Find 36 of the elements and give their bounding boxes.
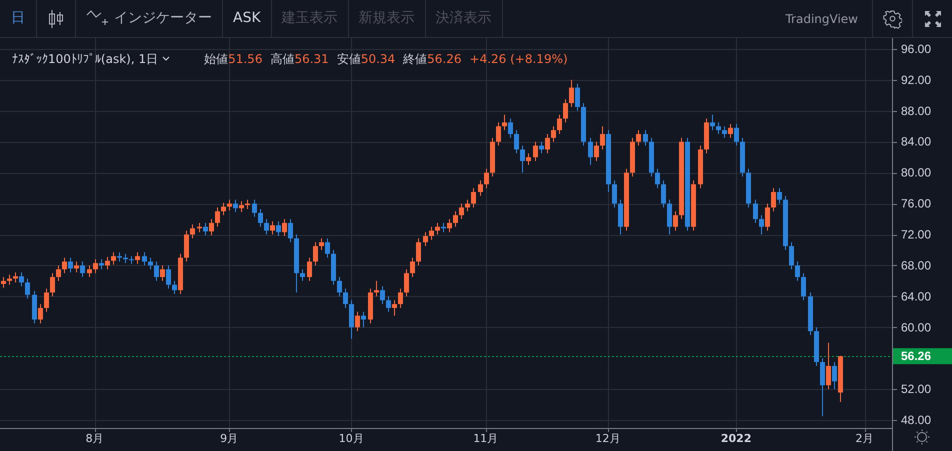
interval-button[interactable]: 日 xyxy=(0,0,37,37)
price-axis-label: 96.00 xyxy=(901,42,932,56)
last-price-marker xyxy=(893,348,952,364)
time-axis-label: 10月 xyxy=(338,432,364,445)
indicators-button[interactable]: インジケーター xyxy=(76,0,223,37)
candlestick-icon xyxy=(47,8,65,28)
settings-icon xyxy=(883,8,902,30)
time-axis-label: 2022 xyxy=(720,432,752,445)
price-axis-label: 52.00 xyxy=(901,382,932,396)
ohlc-value: 終値56.26 xyxy=(403,51,462,68)
sun-icon[interactable] xyxy=(914,429,930,445)
time-axis-label: 12月 xyxy=(595,432,620,445)
last-price-label: 56.26 xyxy=(901,349,932,364)
time-axis-label: 2月 xyxy=(856,432,874,445)
time-axis-label: 8月 xyxy=(86,432,104,445)
price-axis-label: 80.00 xyxy=(901,166,932,180)
ohlc-value: 高値56.31 xyxy=(270,51,329,68)
ohlc-value: 安値50.34 xyxy=(336,51,396,68)
brand-label: TradingView xyxy=(784,10,859,28)
ohlc-value: 始値51.56 xyxy=(204,51,262,68)
price-change: +4.26 (+8.19%) xyxy=(470,51,568,68)
price-axis-label: 84.00 xyxy=(901,134,932,149)
price-axis-label: 60.00 xyxy=(901,320,932,334)
fullscreen-icon xyxy=(924,10,942,28)
price-axis-label: 76.00 xyxy=(901,196,932,211)
price-axis-label: 48.00 xyxy=(901,413,932,428)
toolbar-button[interactable]: ASK xyxy=(223,0,272,37)
price-axis-label: 68.00 xyxy=(901,258,932,272)
symbol-title[interactable]: ﾅｽﾀﾞｯｸ100ﾄﾘﾌﾟﾙ(ask), 1日 xyxy=(12,50,158,68)
time-axis-label: 9月 xyxy=(220,432,238,445)
price-axis-label: 72.00 xyxy=(901,228,932,242)
price-axis-label: 88.00 xyxy=(901,104,932,118)
time-axis-label: 11月 xyxy=(473,432,498,445)
price-axis-label: 64.00 xyxy=(901,289,932,304)
price-axis-label: 92.00 xyxy=(901,72,932,87)
chevron-down-icon[interactable] xyxy=(162,56,170,62)
